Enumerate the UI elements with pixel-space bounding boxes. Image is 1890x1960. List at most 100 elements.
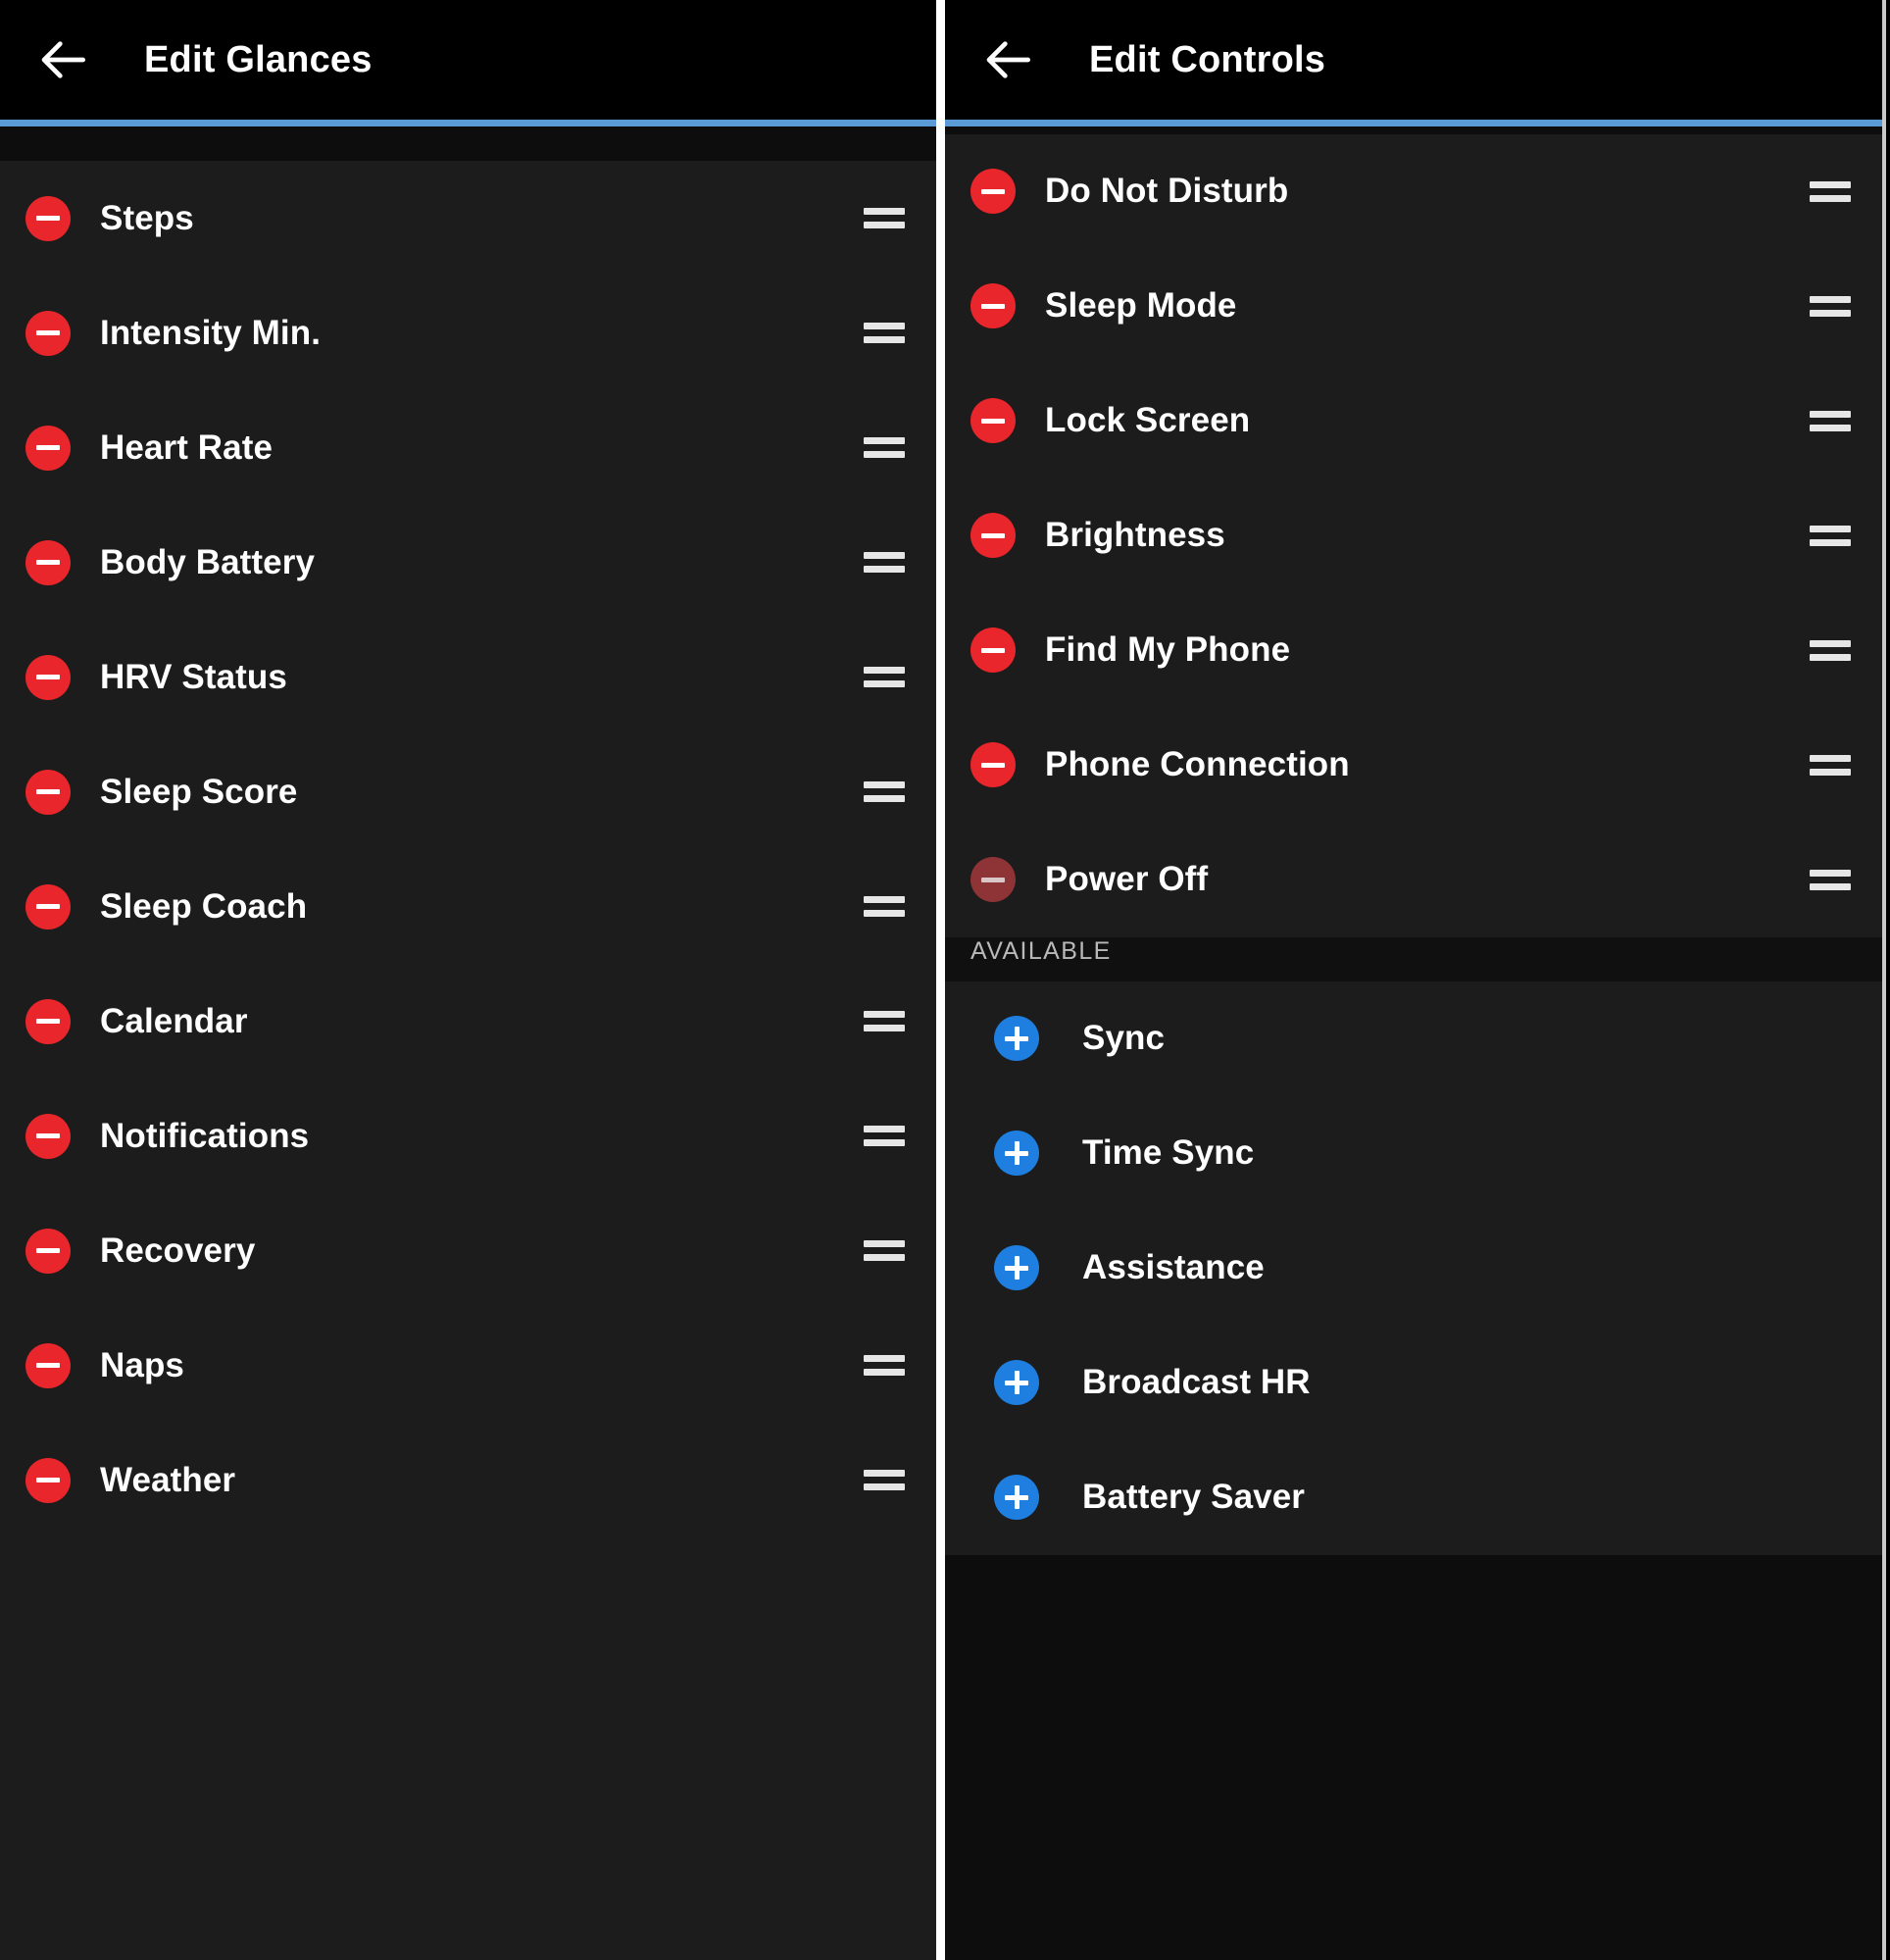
list-item-label: Find My Phone [1045,630,1291,670]
minus-icon[interactable] [25,195,71,241]
minus-icon[interactable] [25,1228,71,1274]
minus-icon[interactable] [970,283,1016,329]
arrow-left-icon [37,32,92,87]
table-row[interactable]: Sleep Coach [0,849,936,964]
minus-icon[interactable] [970,857,1016,903]
drag-handle-icon[interactable] [1810,293,1851,319]
drag-handle-icon[interactable] [864,435,905,461]
edit-controls-screen: Edit Controls Do Not Disturb Sleep Mode [945,0,1886,1960]
table-row[interactable]: Do Not Disturb [945,133,1882,249]
minus-icon[interactable] [25,998,71,1044]
right-panel-body: Do Not Disturb Sleep Mode Lock Screen Br… [945,126,1882,1960]
table-row[interactable]: Naps [0,1308,936,1423]
drag-handle-icon[interactable] [864,1468,905,1493]
minus-icon[interactable] [25,1457,71,1503]
drag-handle-icon[interactable] [1810,178,1851,204]
dual-screenshot-container: Edit Glances Steps Intensity Min. Heart … [0,0,1890,1960]
list-item-label: Do Not Disturb [1045,172,1289,211]
minus-icon[interactable] [25,539,71,585]
list-item-label: Assistance [1082,1248,1265,1287]
edit-glances-screen: Edit Glances Steps Intensity Min. Heart … [0,0,936,1960]
drag-handle-icon[interactable] [864,779,905,805]
table-row[interactable]: Power Off [945,822,1882,937]
table-row[interactable]: Sleep Mode [945,248,1882,364]
screenshot-divider [936,0,945,1960]
list-item-label: Naps [100,1345,184,1384]
plus-icon[interactable] [994,1016,1039,1062]
list-item[interactable]: Battery Saver [945,1439,1882,1555]
drag-handle-icon[interactable] [864,1124,905,1149]
minus-icon[interactable] [970,398,1016,444]
table-row[interactable]: HRV Status [0,620,936,734]
right-top-gap [945,126,1882,134]
minus-icon[interactable] [970,169,1016,215]
drag-handle-icon[interactable] [1810,408,1851,433]
drag-handle-icon[interactable] [864,665,905,690]
table-row[interactable]: Sleep Score [0,734,936,849]
minus-icon[interactable] [25,654,71,700]
list-item-label: Brightness [1045,516,1225,555]
back-button[interactable] [974,25,1045,95]
list-item-label: Heart Rate [100,427,274,467]
list-item-label: Sync [1082,1019,1166,1058]
plus-icon[interactable] [994,1475,1039,1521]
plus-icon[interactable] [994,1131,1039,1177]
table-row[interactable]: Weather [0,1423,936,1537]
list-item-label: Body Battery [100,542,316,581]
drag-handle-icon[interactable] [1810,637,1851,663]
available-section-label: AVAILABLE [970,936,1112,965]
drag-handle-icon[interactable] [864,206,905,231]
back-button[interactable] [29,25,100,95]
list-item[interactable]: Broadcast HR [945,1325,1882,1440]
minus-icon[interactable] [25,310,71,356]
drag-handle-icon[interactable] [864,321,905,346]
drag-handle-icon[interactable] [1810,752,1851,778]
list-item-label: Phone Connection [1045,745,1350,784]
table-row[interactable]: Brightness [945,477,1882,593]
table-row[interactable]: Body Battery [0,505,936,620]
drag-handle-icon[interactable] [1810,867,1851,892]
table-row[interactable]: Lock Screen [945,363,1882,478]
list-item-label: Weather [100,1460,236,1499]
minus-icon[interactable] [25,425,71,471]
list-item-label: Calendar [100,1001,248,1040]
table-row[interactable]: Steps [0,161,936,276]
drag-handle-icon[interactable] [864,1238,905,1264]
minus-icon[interactable] [25,1342,71,1388]
minus-icon[interactable] [25,1113,71,1159]
table-row[interactable]: Heart Rate [0,390,936,505]
controls-available-list: Sync Time Sync Assistance Broadcast HR B [945,980,1882,1555]
table-row[interactable]: Recovery [0,1193,936,1308]
list-item-label: Power Off [1045,860,1209,899]
list-item[interactable]: Assistance [945,1210,1882,1326]
plus-icon[interactable] [994,1360,1039,1406]
minus-icon[interactable] [970,628,1016,674]
list-item[interactable]: Sync [945,980,1882,1096]
list-item-label: Notifications [100,1116,310,1155]
list-item-label: Time Sync [1082,1133,1255,1173]
right-appbar: Edit Controls [945,0,1882,120]
table-row[interactable]: Notifications [0,1079,936,1193]
minus-icon[interactable] [970,742,1016,788]
table-row[interactable]: Calendar [0,964,936,1079]
plus-icon[interactable] [994,1245,1039,1291]
page-title: Edit Controls [1089,38,1326,80]
available-section-header: AVAILABLE [945,936,1882,981]
drag-handle-icon[interactable] [864,894,905,920]
left-panel-body: Steps Intensity Min. Heart Rate Body Bat… [0,126,936,1960]
drag-handle-icon[interactable] [864,1009,905,1034]
drag-handle-icon[interactable] [864,1353,905,1379]
minus-icon[interactable] [970,513,1016,559]
right-list-bottom-space [945,1554,1882,1960]
drag-handle-icon[interactable] [1810,523,1851,548]
table-row[interactable]: Phone Connection [945,707,1882,823]
list-item-label: Sleep Mode [1045,286,1237,326]
list-item[interactable]: Time Sync [945,1095,1882,1211]
table-row[interactable]: Find My Phone [945,592,1882,708]
drag-handle-icon[interactable] [864,550,905,576]
list-item-label: Recovery [100,1231,256,1270]
list-item-label: Battery Saver [1082,1478,1305,1517]
minus-icon[interactable] [25,883,71,930]
table-row[interactable]: Intensity Min. [0,276,936,390]
minus-icon[interactable] [25,769,71,815]
